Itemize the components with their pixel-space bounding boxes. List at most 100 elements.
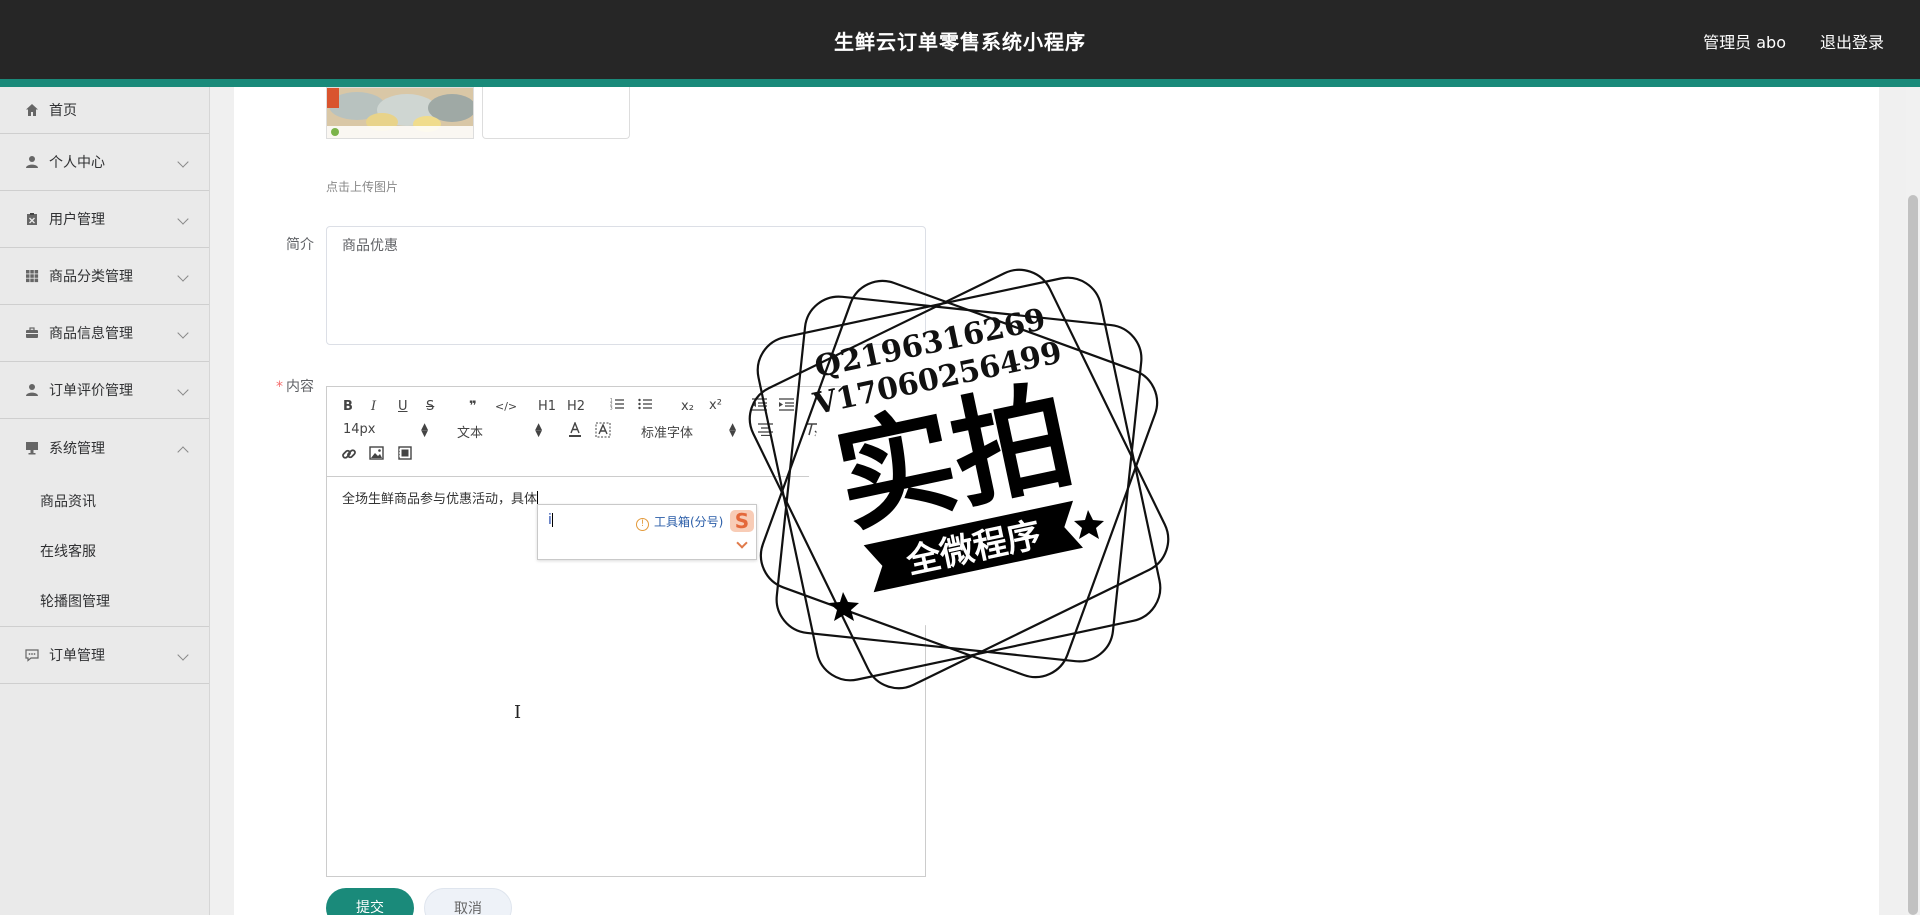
intro-value: 商品优惠 (342, 238, 398, 254)
quote-button[interactable]: ❞ (469, 398, 477, 416)
chevron-down-icon (177, 384, 189, 396)
image-icon (369, 446, 384, 460)
sidebar-item-label: 个人中心 (49, 155, 105, 171)
sidebar-item-category-management[interactable]: 商品分类管理 (0, 248, 209, 305)
bullet-list-button[interactable] (638, 397, 653, 417)
align-button[interactable] (758, 422, 773, 442)
sidebar-item-label: 用户管理 (49, 212, 105, 228)
chevron-down-icon[interactable] (736, 537, 748, 549)
code-button[interactable]: </> (495, 398, 517, 416)
subscript-button[interactable]: x₂ (681, 398, 694, 416)
sidebar-subitem-online-service[interactable]: 在线客服 (0, 526, 209, 576)
font-family-value: 标准字体 (641, 426, 694, 441)
chat-icon (24, 647, 40, 663)
text-color-icon (569, 421, 581, 437)
select-caret-icon: ▲ ▼ (535, 422, 542, 439)
current-user: 管理员 abo (1703, 33, 1786, 52)
sidebar-item-order-management[interactable]: 订单管理 (0, 627, 209, 684)
clear-format-button[interactable] (805, 422, 821, 443)
ime-caret (551, 513, 553, 527)
ibeam-cursor-icon: I (514, 702, 522, 723)
briefcase-icon (24, 325, 40, 341)
sidebar-item-user-management[interactable]: 用户管理 (0, 191, 209, 248)
text-color-button[interactable] (568, 421, 582, 444)
editor-content[interactable]: 全场生鲜商品参与优惠活动，具体 (342, 488, 539, 507)
ime-hint-text: 工具箱(分号) (654, 515, 724, 529)
content-label: * 内容 (276, 376, 314, 396)
select-caret-icon: ▲ ▼ (421, 422, 428, 439)
chevron-down-icon (177, 213, 189, 225)
block-format-select[interactable]: 文本 ▲ ▼ (457, 422, 542, 442)
sidebar-item-system-management[interactable]: 系统管理 (0, 419, 209, 476)
sogou-logo-icon: S (728, 507, 756, 535)
sidebar-item-label: 商品信息管理 (49, 326, 133, 342)
indent-icon (779, 398, 794, 411)
outdent-icon (752, 398, 767, 411)
uploaded-image-thumbnail[interactable] (326, 87, 474, 139)
rich-text-editor: B I U S ❞ </> H1 H2 123 x₂ x² 14px ▲ ▼ 文… (326, 386, 926, 877)
chevron-down-icon (177, 649, 189, 661)
strike-button[interactable]: S (426, 398, 434, 416)
header-accent-bar (0, 79, 1920, 87)
image-button[interactable] (369, 446, 384, 466)
sidebar-item-label: 商品分类管理 (49, 269, 133, 285)
chevron-down-icon (177, 327, 189, 339)
select-caret-icon: ▲ ▼ (729, 422, 736, 439)
logout-link[interactable]: 退出登录 (1820, 29, 1884, 53)
system-submenu: 商品资讯 在线客服 轮播图管理 (0, 476, 209, 627)
indent-button[interactable] (779, 397, 794, 417)
ime-composition: i (548, 512, 553, 528)
font-family-select[interactable]: 标准字体 ▲ ▼ (641, 422, 736, 442)
sidebar-subitem-carousel[interactable]: 轮播图管理 (0, 576, 209, 626)
ordered-list-button[interactable]: 123 (610, 397, 625, 417)
video-button[interactable] (398, 446, 412, 466)
monitor-icon (24, 440, 40, 456)
font-size-value: 14px (343, 422, 376, 437)
sidebar-item-label: 订单评价管理 (49, 383, 133, 399)
sidebar-subitem-news[interactable]: 商品资讯 (0, 476, 209, 526)
superscript-button[interactable]: x² (709, 397, 722, 415)
font-size-select[interactable]: 14px ▲ ▼ (343, 422, 428, 439)
app-title: 生鲜云订单零售系统小程序 (834, 30, 1086, 54)
background-color-icon (595, 422, 611, 438)
sidebar-item-label: 订单管理 (49, 648, 105, 664)
sidebar: 首页 个人中心 用户管理 商品分类管理 商品信息管理 订单评价管理 系统管理 商… (0, 87, 210, 915)
outdent-button[interactable] (752, 397, 767, 417)
ime-toolbox-hint[interactable]: ! 工具箱(分号) (636, 513, 723, 531)
heading1-button[interactable]: H1 (538, 398, 556, 416)
link-button[interactable] (341, 446, 357, 468)
scrollbar-thumb[interactable] (1908, 195, 1918, 915)
upload-image-box[interactable] (482, 87, 630, 139)
sidebar-item-review-management[interactable]: 订单评价管理 (0, 362, 209, 419)
bullet-list-icon (638, 398, 652, 410)
chevron-up-icon (177, 445, 189, 458)
app-window: 生鲜云订单零售系统小程序 管理员 abo 退出登录 首页 个人中心 用户管理 商… (0, 0, 1920, 915)
svg-text:S: S (735, 509, 749, 533)
align-icon (758, 423, 773, 437)
intro-label: 简介 (286, 237, 314, 253)
clipboard-icon (24, 211, 40, 227)
underline-button[interactable]: U (398, 398, 408, 416)
svg-text:3: 3 (610, 406, 613, 411)
editor-toolbar: B I U S ❞ </> H1 H2 123 x₂ x² 14px ▲ ▼ 文… (327, 387, 925, 477)
intro-textarea[interactable]: 商品优惠 (326, 226, 926, 345)
sidebar-item-label: 系统管理 (49, 440, 105, 457)
sidebar-item-label: 首页 (49, 103, 77, 119)
user-icon (24, 154, 40, 170)
cancel-button[interactable]: 取消 (424, 888, 512, 915)
user-icon (24, 382, 40, 398)
bold-button[interactable]: B (343, 398, 353, 416)
home-icon (24, 102, 40, 118)
italic-button[interactable]: I (371, 398, 376, 416)
ordered-list-icon: 123 (610, 398, 624, 411)
sidebar-item-home[interactable]: 首页 (0, 87, 209, 134)
sidebar-item-personal-center[interactable]: 个人中心 (0, 134, 209, 191)
background-color-button[interactable] (595, 422, 611, 444)
content-label-text: 内容 (286, 379, 314, 395)
sidebar-item-product-management[interactable]: 商品信息管理 (0, 305, 209, 362)
heading2-button[interactable]: H2 (567, 398, 585, 416)
grid-icon (24, 268, 40, 284)
ime-candidate-popup[interactable]: i ! 工具箱(分号) S (537, 504, 757, 560)
submit-button[interactable]: 提交 (326, 888, 414, 915)
video-icon (398, 446, 412, 460)
